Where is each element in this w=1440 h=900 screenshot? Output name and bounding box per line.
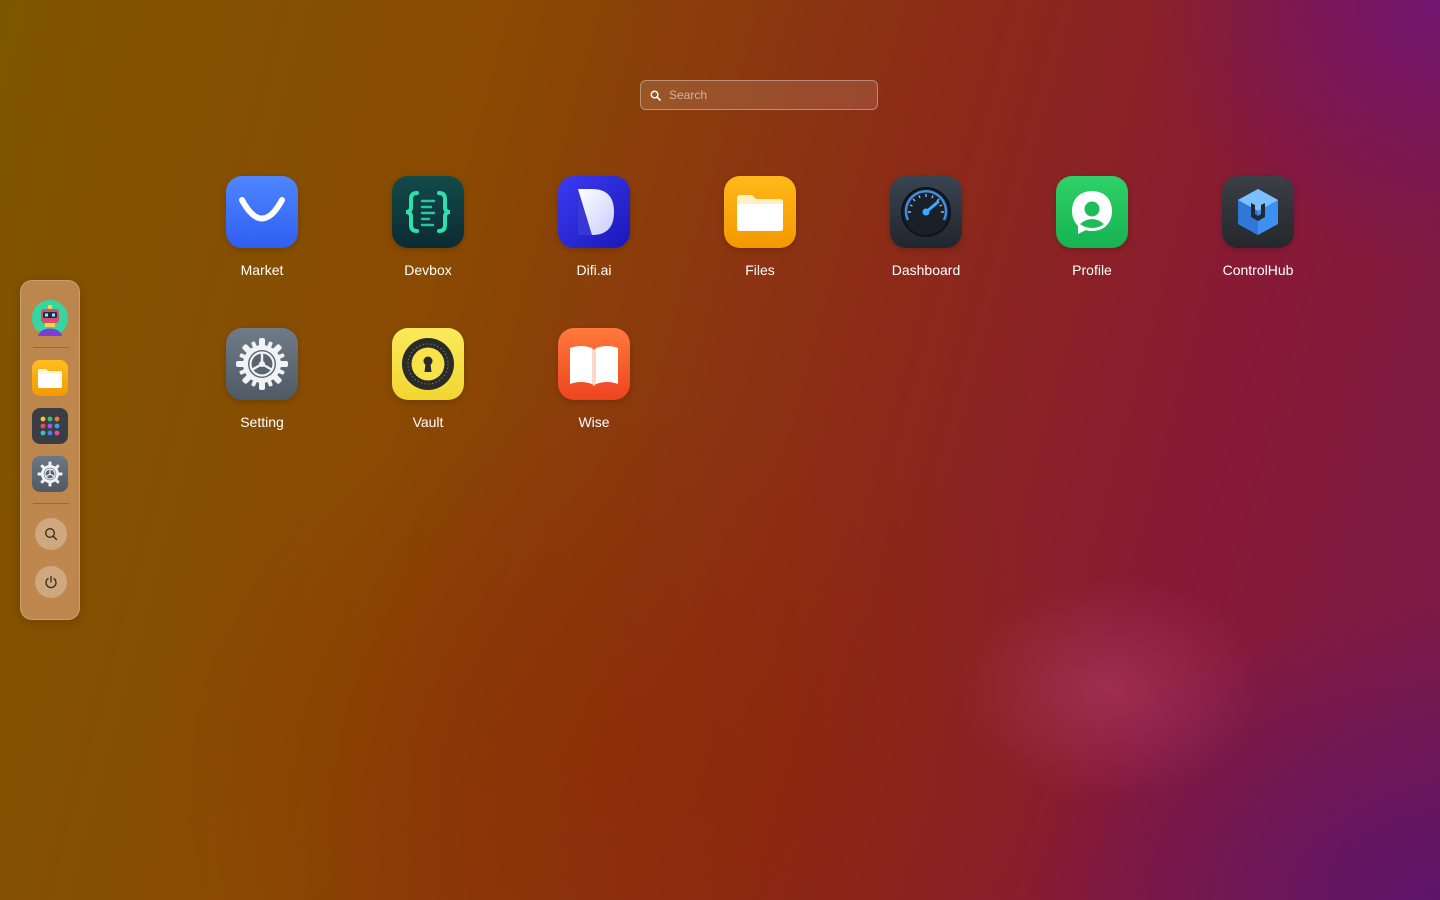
dock-power-button[interactable] bbox=[35, 566, 67, 598]
app-label: Devbox bbox=[404, 262, 452, 278]
folder-icon bbox=[38, 369, 62, 388]
app-wise[interactable]: Wise bbox=[534, 328, 654, 430]
dock-separator bbox=[33, 347, 69, 348]
app-dashboard[interactable]: Dashboard bbox=[866, 176, 986, 278]
app-market[interactable]: Market bbox=[202, 176, 322, 278]
folder-icon bbox=[724, 176, 796, 248]
dock-files[interactable] bbox=[32, 360, 68, 396]
app-label: ControlHub bbox=[1222, 262, 1294, 278]
robot-avatar-icon bbox=[32, 300, 68, 336]
dock bbox=[20, 280, 80, 620]
dock-search-button[interactable] bbox=[35, 518, 67, 550]
app-devbox[interactable]: Devbox bbox=[368, 176, 488, 278]
shopping-bag-icon bbox=[226, 176, 298, 248]
app-profile[interactable]: Profile bbox=[1032, 176, 1152, 278]
dock-separator bbox=[33, 503, 69, 504]
app-label: Vault bbox=[412, 414, 444, 430]
app-label: Setting bbox=[240, 414, 284, 430]
app-difi[interactable]: Difi.ai bbox=[534, 176, 654, 278]
keyhole-icon bbox=[392, 328, 464, 400]
app-label: Files bbox=[745, 262, 775, 278]
dock-launchpad[interactable] bbox=[32, 408, 68, 444]
code-braces-icon bbox=[392, 176, 464, 248]
cube-wrench-icon bbox=[1222, 176, 1294, 248]
app-files[interactable]: Files bbox=[700, 176, 820, 278]
search-icon bbox=[45, 528, 58, 541]
search-icon bbox=[641, 90, 669, 101]
app-label: Profile bbox=[1072, 262, 1112, 278]
search-input[interactable] bbox=[669, 88, 877, 102]
difi-logo-icon bbox=[558, 176, 630, 248]
app-controlhub[interactable]: ControlHub bbox=[1198, 176, 1318, 278]
app-label: Dashboard bbox=[891, 262, 961, 278]
profile-pin-icon bbox=[1056, 176, 1128, 248]
search-bar[interactable] bbox=[640, 80, 878, 110]
app-grid-icon bbox=[40, 416, 60, 436]
dock-settings[interactable] bbox=[32, 456, 68, 492]
app-setting[interactable]: Setting bbox=[202, 328, 322, 430]
gear-icon bbox=[37, 461, 63, 487]
avatar[interactable] bbox=[32, 300, 68, 336]
app-label: Wise bbox=[578, 414, 610, 430]
app-label: Market bbox=[240, 262, 284, 278]
gear-icon bbox=[226, 328, 298, 400]
app-label: Difi.ai bbox=[576, 262, 612, 278]
speedometer-icon bbox=[890, 176, 962, 248]
power-icon bbox=[45, 575, 57, 589]
open-book-icon bbox=[558, 328, 630, 400]
app-vault[interactable]: Vault bbox=[368, 328, 488, 430]
